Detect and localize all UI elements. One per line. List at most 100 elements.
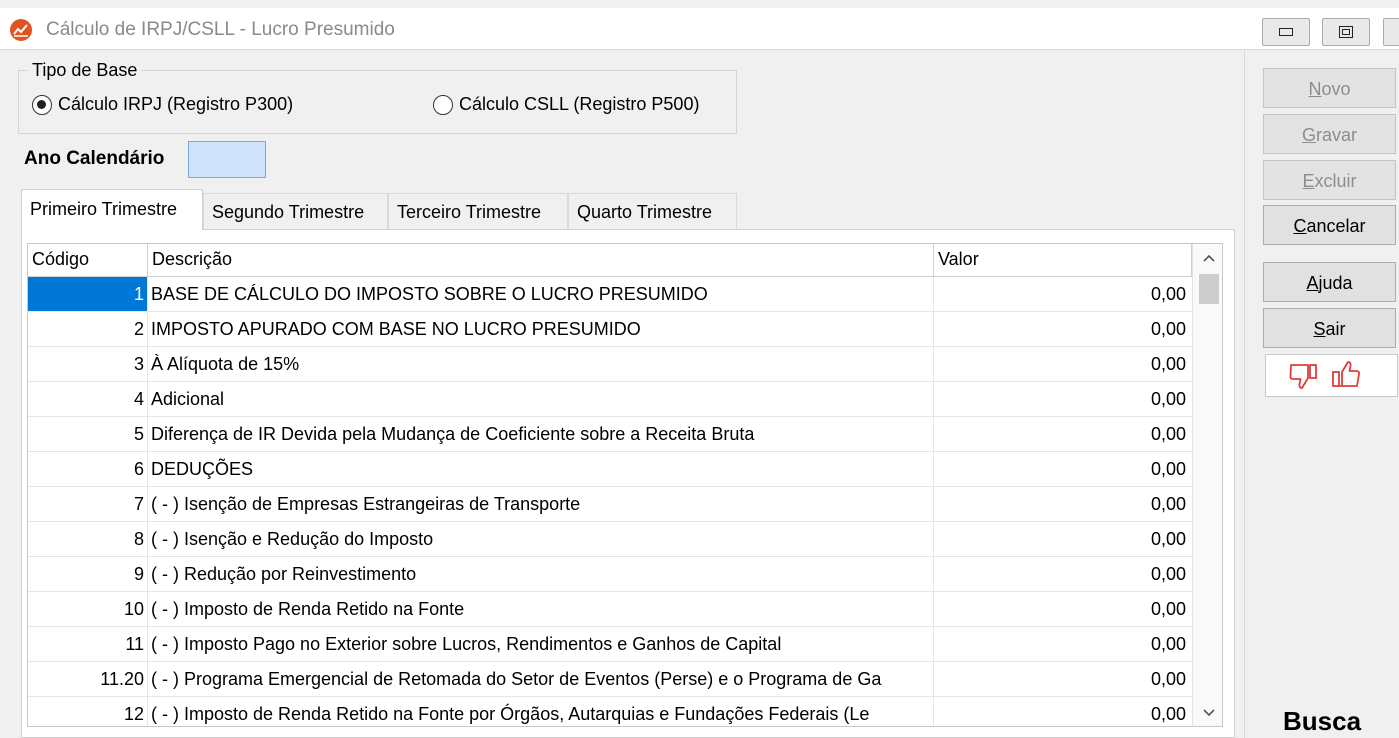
- ajuda-accel: A: [1306, 273, 1319, 293]
- minimize-button[interactable]: [1262, 18, 1310, 46]
- cell-codigo[interactable]: 8: [28, 522, 148, 556]
- table-row[interactable]: 4 Adicional 0,00: [28, 382, 1192, 417]
- scroll-thumb[interactable]: [1199, 274, 1219, 304]
- title-bar: Cálculo de IRPJ/CSLL - Lucro Presumido: [0, 8, 1399, 50]
- tipo-base-legend: Tipo de Base: [28, 60, 142, 81]
- restore-button[interactable]: [1322, 18, 1370, 46]
- cancelar-button[interactable]: Cancelar: [1263, 205, 1396, 245]
- cell-valor[interactable]: 0,00: [934, 382, 1192, 416]
- cell-codigo[interactable]: 4: [28, 382, 148, 416]
- cell-descricao[interactable]: Adicional: [148, 382, 934, 416]
- cell-descricao[interactable]: DEDUÇÕES: [148, 452, 934, 486]
- restore-icon: [1339, 26, 1353, 38]
- grid-header: Código Descrição Valor: [28, 244, 1222, 277]
- cancelar-label: ancelar: [1306, 216, 1366, 236]
- ano-calendario-label: Ano Calendário: [24, 148, 165, 169]
- cell-codigo[interactable]: 1: [28, 277, 148, 311]
- cell-descricao[interactable]: ( - ) Imposto Pago no Exterior sobre Luc…: [148, 627, 934, 661]
- cell-valor[interactable]: 0,00: [934, 627, 1192, 661]
- cell-codigo[interactable]: 11.20: [28, 662, 148, 696]
- radio-unchecked-indicator: [433, 94, 453, 115]
- table-row[interactable]: 10 ( - ) Imposto de Renda Retido na Font…: [28, 592, 1192, 627]
- sair-label: air: [1325, 319, 1346, 339]
- cell-descricao[interactable]: ( - ) Isenção de Empresas Estrangeiras d…: [148, 487, 934, 521]
- table-row[interactable]: 3 À Alíquota de 15% 0,00: [28, 347, 1192, 382]
- table-row[interactable]: 9 ( - ) Redução por Reinvestimento 0,00: [28, 557, 1192, 592]
- cell-valor[interactable]: 0,00: [934, 662, 1192, 696]
- scroll-down-button[interactable]: [1193, 698, 1222, 726]
- table-row[interactable]: 6 DEDUÇÕES 0,00: [28, 452, 1192, 487]
- radio-calculo-irpj[interactable]: Cálculo IRPJ (Registro P300): [32, 94, 293, 115]
- scroll-up-icon: [1203, 254, 1215, 262]
- side-panel-separator: [1244, 50, 1245, 738]
- cell-valor[interactable]: 0,00: [934, 417, 1192, 451]
- cell-codigo[interactable]: 9: [28, 557, 148, 591]
- cell-descricao[interactable]: BASE DE CÁLCULO DO IMPOSTO SOBRE O LUCRO…: [148, 277, 934, 311]
- column-header-descricao[interactable]: Descrição: [148, 244, 934, 277]
- tab-terceiro-trimestre[interactable]: Terceiro Trimestre: [388, 193, 568, 229]
- cell-codigo[interactable]: 12: [28, 697, 148, 726]
- tab-quarto-trimestre[interactable]: Quarto Trimestre: [568, 193, 737, 229]
- ano-calendario-input[interactable]: [188, 141, 266, 178]
- cell-valor[interactable]: 0,00: [934, 522, 1192, 556]
- excluir-button[interactable]: Excluir: [1263, 160, 1396, 200]
- radio-calculo-csll[interactable]: Cálculo CSLL (Registro P500): [433, 94, 699, 115]
- table-row[interactable]: 11.20 ( - ) Programa Emergencial de Reto…: [28, 662, 1192, 697]
- close-button[interactable]: [1383, 18, 1399, 46]
- cell-codigo[interactable]: 2: [28, 312, 148, 346]
- ajuda-button[interactable]: Ajuda: [1263, 262, 1396, 302]
- data-grid[interactable]: Código Descrição Valor 1 BASE DE CÁLCULO…: [27, 243, 1223, 727]
- table-row[interactable]: 7 ( - ) Isenção de Empresas Estrangeiras…: [28, 487, 1192, 522]
- tab-primeiro-trimestre[interactable]: Primeiro Trimestre: [21, 189, 203, 230]
- cell-descricao[interactable]: ( - ) Programa Emergencial de Retomada d…: [148, 662, 934, 696]
- cell-descricao[interactable]: ( - ) Redução por Reinvestimento: [148, 557, 934, 591]
- cell-descricao[interactable]: À Alíquota de 15%: [148, 347, 934, 381]
- cell-valor[interactable]: 0,00: [934, 557, 1192, 591]
- cell-valor[interactable]: 0,00: [934, 592, 1192, 626]
- tab-segundo-trimestre[interactable]: Segundo Trimestre: [203, 193, 388, 229]
- cell-descricao[interactable]: ( - ) Imposto de Renda Retido na Fonte: [148, 592, 934, 626]
- app-chart-icon: [10, 19, 32, 41]
- excluir-label: xcluir: [1314, 171, 1357, 191]
- cell-descricao[interactable]: ( - ) Isenção e Redução do Imposto: [148, 522, 934, 556]
- feedback-panel: [1265, 354, 1398, 397]
- table-row[interactable]: 2 IMPOSTO APURADO COM BASE NO LUCRO PRES…: [28, 312, 1192, 347]
- cell-valor[interactable]: 0,00: [934, 452, 1192, 486]
- cell-valor[interactable]: 0,00: [934, 277, 1192, 311]
- cell-codigo[interactable]: 10: [28, 592, 148, 626]
- table-row[interactable]: 1 BASE DE CÁLCULO DO IMPOSTO SOBRE O LUC…: [28, 277, 1192, 312]
- table-row[interactable]: 5 Diferença de IR Devida pela Mudança de…: [28, 417, 1192, 452]
- gravar-label: ravar: [1316, 125, 1358, 145]
- vertical-scrollbar[interactable]: [1192, 244, 1222, 726]
- cell-descricao[interactable]: ( - ) Imposto de Renda Retido na Fonte p…: [148, 697, 934, 726]
- cell-codigo[interactable]: 3: [28, 347, 148, 381]
- thumbs-up-icon[interactable]: [1330, 360, 1362, 390]
- excluir-accel: E: [1302, 171, 1315, 191]
- ajuda-label: juda: [1318, 273, 1353, 293]
- cell-valor[interactable]: 0,00: [934, 347, 1192, 381]
- scroll-up-button[interactable]: [1193, 244, 1222, 274]
- cancelar-accel: C: [1293, 216, 1307, 236]
- cell-valor[interactable]: 0,00: [934, 487, 1192, 521]
- cell-codigo[interactable]: 7: [28, 487, 148, 521]
- cell-valor[interactable]: 0,00: [934, 697, 1192, 726]
- table-row[interactable]: 12 ( - ) Imposto de Renda Retido na Font…: [28, 697, 1192, 726]
- gravar-button[interactable]: Gravar: [1263, 114, 1396, 154]
- table-row[interactable]: 8 ( - ) Isenção e Redução do Imposto 0,0…: [28, 522, 1192, 557]
- cell-valor[interactable]: 0,00: [934, 312, 1192, 346]
- cell-codigo[interactable]: 6: [28, 452, 148, 486]
- column-header-codigo[interactable]: Código: [28, 244, 148, 277]
- scroll-down-icon: [1203, 709, 1215, 717]
- table-row[interactable]: 11 ( - ) Imposto Pago no Exterior sobre …: [28, 627, 1192, 662]
- cell-codigo[interactable]: 11: [28, 627, 148, 661]
- novo-button[interactable]: Novo: [1263, 68, 1396, 108]
- novo-label: ovo: [1321, 79, 1351, 99]
- minimize-icon: [1279, 28, 1293, 36]
- cell-descricao[interactable]: Diferença de IR Devida pela Mudança de C…: [148, 417, 934, 451]
- cell-codigo[interactable]: 5: [28, 417, 148, 451]
- radio-checked-indicator: [32, 94, 52, 115]
- sair-button[interactable]: Sair: [1263, 308, 1396, 348]
- column-header-valor[interactable]: Valor: [934, 244, 1192, 277]
- cell-descricao[interactable]: IMPOSTO APURADO COM BASE NO LUCRO PRESUM…: [148, 312, 934, 346]
- thumbs-down-icon[interactable]: [1288, 361, 1320, 391]
